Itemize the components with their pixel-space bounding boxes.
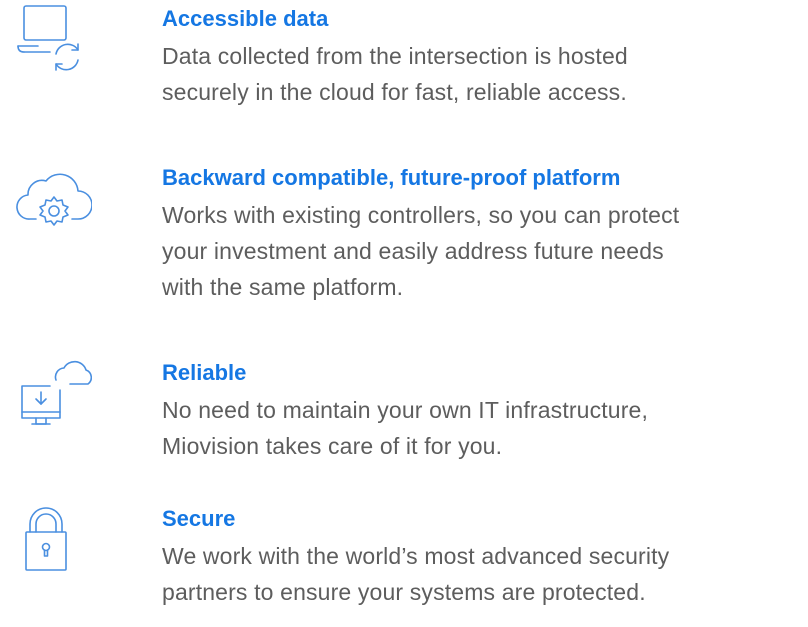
padlock-icon	[14, 504, 92, 574]
laptop-sync-icon	[14, 4, 92, 74]
cloud-monitor-download-icon	[14, 358, 92, 428]
description-line: Works with existing controllers, so you …	[162, 202, 680, 228]
feature-title: Backward compatible, future-proof platfo…	[162, 165, 621, 190]
feature-description: Works with existing controllers, so you …	[162, 197, 802, 305]
feature-title: Secure	[162, 506, 236, 531]
feature-title: Reliable	[162, 360, 247, 385]
feature-title: Accessible data	[162, 6, 329, 31]
description-line: securely in the cloud for fast, reliable…	[162, 79, 627, 105]
feature-text: Backward compatible, future-proof platfo…	[162, 163, 802, 305]
description-line: We work with the world’s most advanced s…	[162, 543, 670, 569]
feature-text: Reliable No need to maintain your own IT…	[162, 358, 802, 464]
description-line: Miovision takes care of it for you.	[162, 433, 503, 459]
feature-description: We work with the world’s most advanced s…	[162, 538, 802, 610]
description-line: No need to maintain your own IT infrastr…	[162, 397, 649, 423]
description-line: Data collected from the intersection is …	[162, 43, 628, 69]
description-line: partners to ensure your systems are prot…	[162, 579, 646, 605]
feature-text: Secure We work with the world’s most adv…	[162, 504, 802, 610]
description-line: with the same platform.	[162, 274, 404, 300]
description-line: your investment and easily address futur…	[162, 238, 664, 264]
feature-description: No need to maintain your own IT infrastr…	[162, 392, 802, 464]
cloud-gear-icon	[14, 163, 92, 233]
feature-text: Accessible data Data collected from the …	[162, 4, 802, 110]
feature-description: Data collected from the intersection is …	[162, 38, 802, 110]
